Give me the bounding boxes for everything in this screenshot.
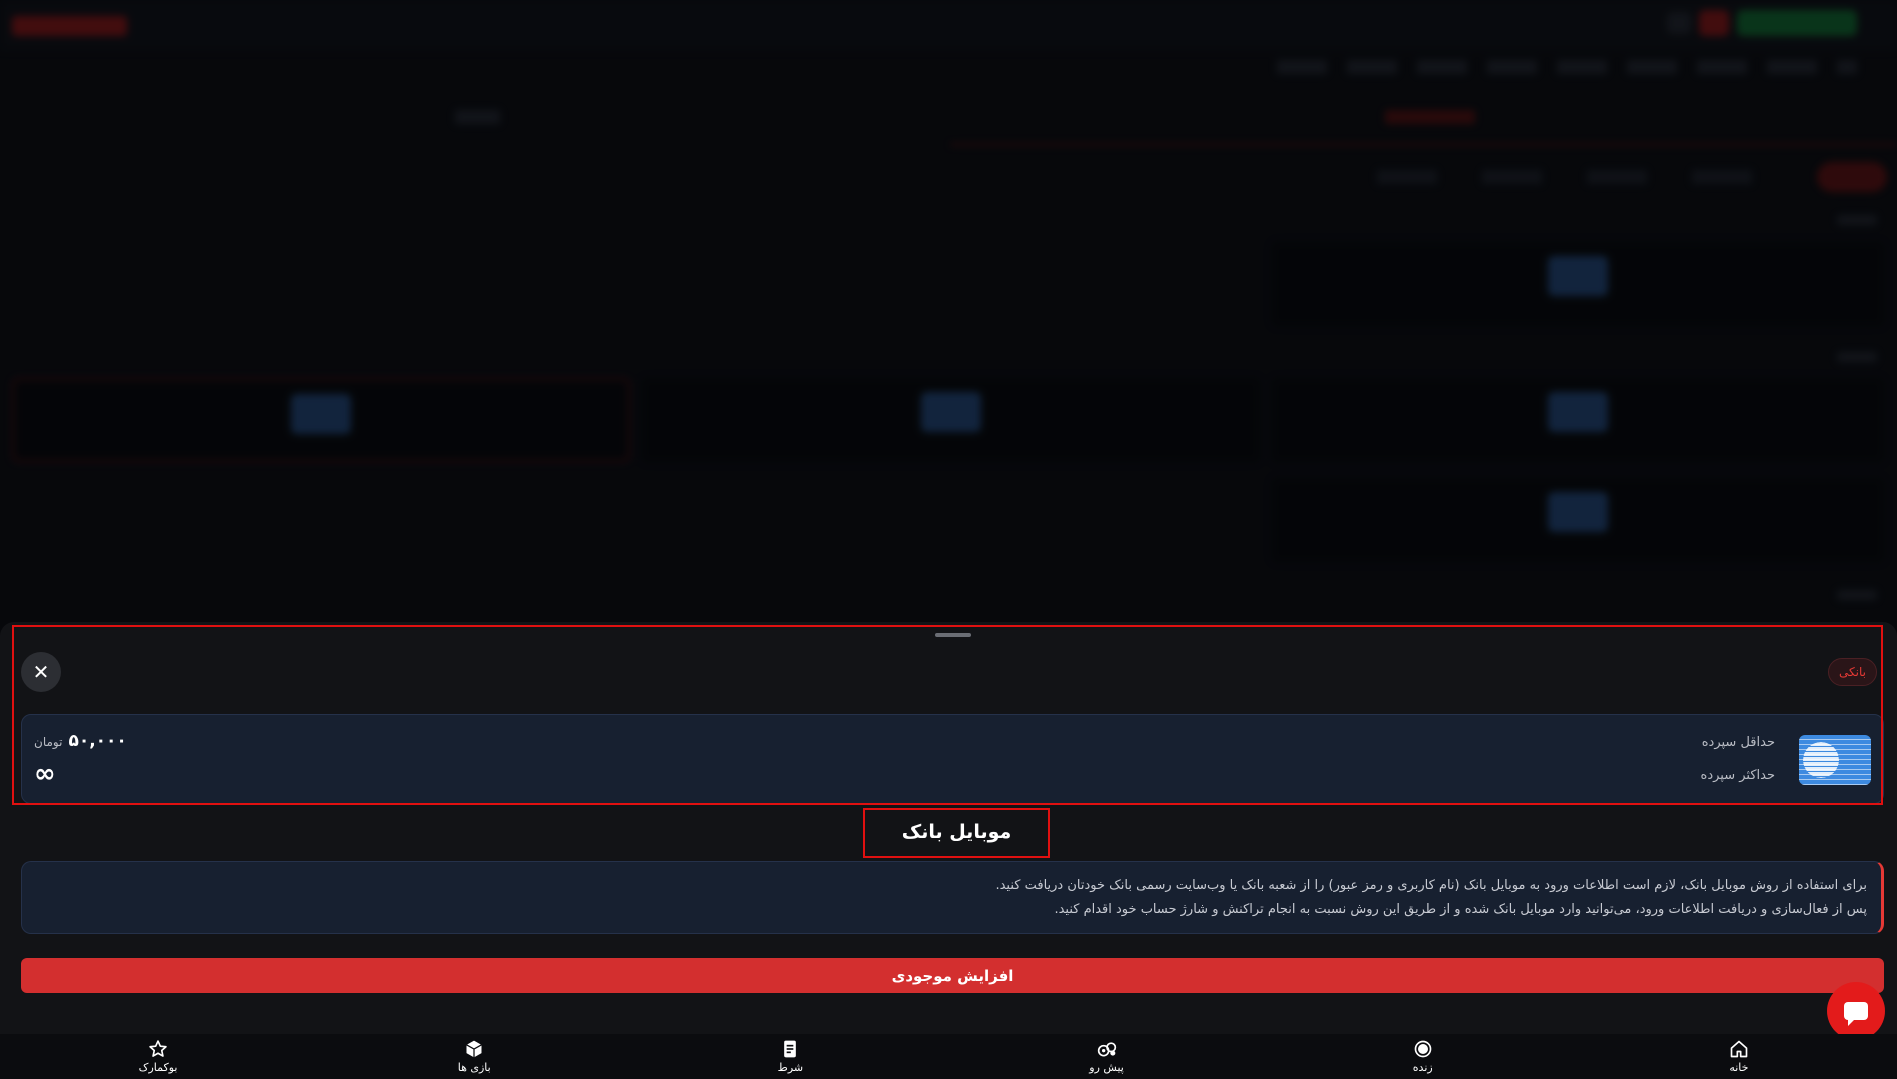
nav-item-bookmark[interactable]: بوکمارک [0,1034,316,1079]
nav-item-prematch[interactable]: پیش رو [948,1034,1264,1079]
description-line: برای استفاده از روش موبایل بانک، لازم اس… [995,878,1867,893]
description-line: پس از فعال‌سازی و دریافت اطلاعات ورود، م… [1054,902,1867,917]
nav-label: بازی ها [457,1061,491,1074]
home-icon [1730,1040,1748,1058]
increase-balance-label: افزایش موجودی [891,966,1014,985]
nav-label: خانه [1729,1061,1749,1074]
chat-button[interactable] [1827,982,1885,1040]
nav-label: پیش رو [1089,1061,1124,1074]
soccer-ball-icon [1097,1042,1116,1057]
nav-item-home[interactable]: خانه [1581,1034,1897,1079]
nav-label: زنده [1412,1061,1433,1074]
method-description: برای استفاده از روش موبایل بانک، لازم اس… [21,861,1884,934]
betslip-icon [784,1040,797,1058]
highlight-box [863,808,1050,858]
chat-icon [1844,1002,1868,1026]
dice-icon [466,1040,483,1058]
live-icon [1414,1040,1432,1058]
nav-item-live[interactable]: زنده [1265,1034,1581,1079]
highlight-box [12,625,1883,805]
nav-item-games[interactable]: بازی ها [316,1034,632,1079]
nav-item-bet[interactable]: شرط [632,1034,948,1079]
nav-label: بوکمارک [138,1061,178,1074]
bottom-nav: خانه زنده پیش رو شرط بازی ها بوکمارک [0,1034,1897,1079]
star-icon [149,1040,167,1057]
nav-label: شرط [777,1061,804,1074]
increase-balance-button[interactable]: افزایش موجودی [21,958,1884,993]
